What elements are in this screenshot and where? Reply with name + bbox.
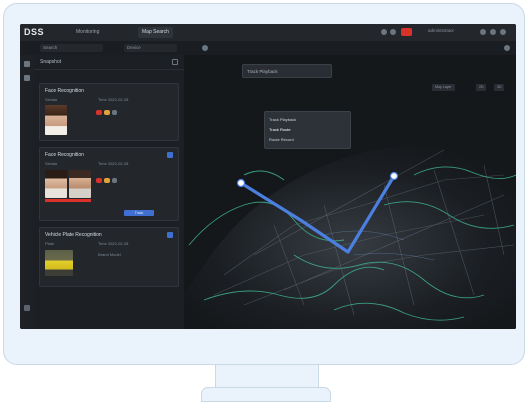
panel-title: Snapshot <box>40 59 62 65</box>
info-icon <box>112 178 117 183</box>
tab-map-search[interactable]: Map Search <box>138 27 173 38</box>
card-meta-time: Time 2022-02-28 <box>98 241 129 246</box>
search-field[interactable]: Search <box>40 44 103 52</box>
home-icon[interactable] <box>24 61 30 67</box>
face-card-1[interactable]: Face Recognition Similar Time 2022-02-28 <box>39 83 179 141</box>
card-title: Face Recognition <box>45 88 84 94</box>
monitor-frame: DSS Monitoring Map Search administrator … <box>3 3 525 365</box>
card-title: Vehicle Plate Recognition <box>45 232 102 238</box>
settings-icon[interactable] <box>480 29 486 35</box>
settings-rail-icon[interactable] <box>24 305 30 311</box>
menu-item-route-record[interactable]: Route Record <box>269 137 294 142</box>
playback-dropdown[interactable]: Track Playback <box>242 64 332 78</box>
card-meta-time: Time 2022-02-28 <box>98 161 129 166</box>
tab-monitoring[interactable]: Monitoring <box>72 27 103 38</box>
menu-item-track-route[interactable]: Track Route <box>269 127 291 132</box>
app-logo: DSS <box>24 27 45 37</box>
device-field[interactable]: Device <box>124 44 177 52</box>
track-menu: Track Playback Track Route Route Record <box>264 111 351 149</box>
left-rail <box>20 55 35 329</box>
screen: DSS Monitoring Map Search administrator … <box>20 24 516 329</box>
title-bar: DSS Monitoring Map Search administrator <box>20 24 516 42</box>
card-title: Face Recognition <box>45 152 84 158</box>
face-thumbnail <box>45 170 67 198</box>
filter-icon[interactable] <box>202 45 208 51</box>
map-view[interactable]: Track Playback Track Playback Track Rout… <box>184 55 516 329</box>
card-meta-brand: Brand Model <box>98 252 121 257</box>
checkbox-icon[interactable] <box>167 232 173 238</box>
dropdown-label: Track Playback <box>247 69 278 74</box>
view-3d-button[interactable]: 3D <box>494 84 505 91</box>
route-start-marker[interactable] <box>236 178 246 188</box>
alert-icon <box>96 178 102 183</box>
bell-icon[interactable] <box>381 29 387 35</box>
route-end-marker[interactable] <box>389 171 399 181</box>
snapshot-panel: Snapshot Face Recognition Similar Time 2… <box>34 55 184 329</box>
card-meta-similar: Similar <box>45 97 58 102</box>
face-thumbnail-match <box>69 170 91 198</box>
face-card-2[interactable]: Face Recognition Similar Time 2022-02-28… <box>39 147 179 221</box>
monitor-stand <box>201 365 331 402</box>
expand-icon[interactable] <box>504 45 510 51</box>
vehicle-card[interactable]: Vehicle Plate Recognition Plate Time 202… <box>39 227 179 287</box>
city-map <box>184 55 516 329</box>
user-name[interactable]: administrator <box>428 28 454 33</box>
warning-icon <box>104 110 110 115</box>
card-meta-similar: Similar <box>45 161 58 166</box>
minimize-icon[interactable] <box>490 29 496 35</box>
close-icon[interactable] <box>500 29 506 35</box>
vehicle-thumbnail <box>45 250 73 276</box>
menu-item-track-playback[interactable]: Track Playback <box>269 117 296 122</box>
track-button[interactable]: Track <box>124 210 154 216</box>
alarm-icon[interactable] <box>390 29 396 35</box>
match-bar <box>45 199 91 202</box>
card-meta-plate: Plate <box>45 241 55 246</box>
checkbox-icon[interactable] <box>167 152 173 158</box>
info-icon <box>112 110 117 115</box>
panel-header: Snapshot <box>34 55 184 70</box>
collapse-icon[interactable] <box>172 59 178 65</box>
alert-icon <box>96 110 102 115</box>
map-layer-button[interactable]: Map Layer <box>432 84 455 91</box>
face-thumbnail <box>45 105 67 135</box>
warning-icon <box>104 178 110 183</box>
toolbar: Search Device <box>20 41 516 56</box>
stand-base <box>201 387 331 402</box>
list-icon[interactable] <box>24 75 30 81</box>
record-icon[interactable] <box>401 28 412 36</box>
card-meta-time: Time 2022-02-28 <box>98 97 129 102</box>
view-2d-button[interactable]: 2D <box>476 84 487 91</box>
stand-neck <box>215 365 319 387</box>
